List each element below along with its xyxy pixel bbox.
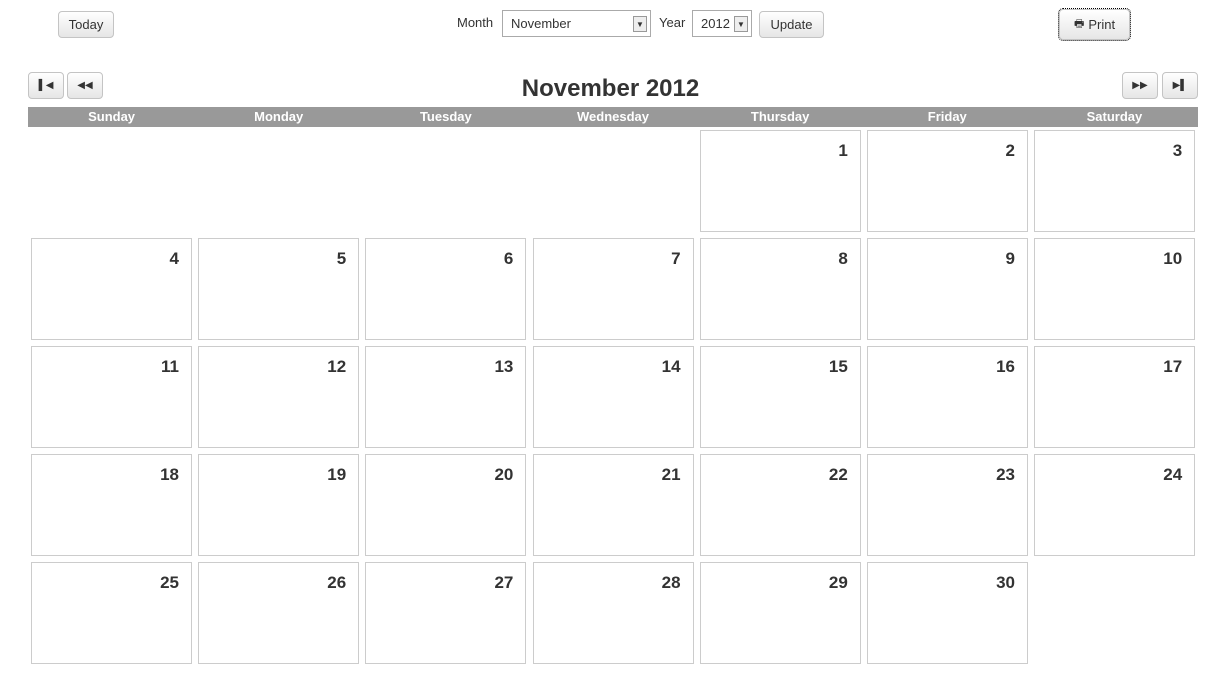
day-cell[interactable]: 25 [31, 562, 192, 664]
day-cell[interactable]: 2 [867, 130, 1028, 232]
weekday-sunday: Sunday [88, 109, 136, 124]
day-cell[interactable]: 28 [532, 562, 694, 664]
year-value: 2012 [701, 16, 730, 31]
day-cell[interactable]: 19 [198, 454, 360, 556]
day-cell[interactable]: 27 [365, 562, 527, 664]
fast-forward-icon: ▶▶ [1132, 80, 1148, 91]
next-month-button[interactable]: ▶▶ [1122, 72, 1158, 99]
year-select[interactable]: 2012 ▼ [692, 10, 752, 37]
day-cell[interactable]: 26 [198, 562, 360, 664]
day-cell[interactable]: 1 [699, 130, 861, 232]
calendar-title: November 2012 [521, 75, 700, 102]
day-cell[interactable]: 10 [1034, 238, 1196, 340]
day-cell[interactable]: 3 [1034, 130, 1196, 232]
print-label: Print [1088, 17, 1116, 32]
day-cell[interactable]: 21 [532, 454, 694, 556]
skip-last-icon: ▶▌ [1172, 80, 1188, 91]
month-select[interactable]: November ▼ [502, 10, 651, 37]
day-cell[interactable]: 14 [532, 346, 694, 448]
year-label: Year [659, 15, 686, 30]
update-button[interactable]: Update [759, 11, 824, 38]
day-cell[interactable]: 4 [31, 238, 192, 340]
weekday-header: Sunday Monday Tuesday Wednesday Thursday… [28, 107, 1198, 127]
weekday-friday: Friday [927, 109, 967, 124]
weekday-thursday: Thursday [750, 109, 810, 124]
day-cell[interactable]: 17 [1034, 346, 1196, 448]
day-cell[interactable]: 5 [198, 238, 360, 340]
month-value: November [511, 16, 571, 31]
dropdown-arrow-icon: ▼ [734, 16, 748, 32]
day-cell[interactable]: 9 [867, 238, 1028, 340]
day-cell[interactable]: 23 [867, 454, 1028, 556]
weekday-saturday: Saturday [1086, 109, 1143, 124]
month-label: Month [457, 15, 494, 30]
print-button[interactable]: 🖶 Print [1058, 8, 1131, 41]
day-cell[interactable]: 29 [699, 562, 861, 664]
day-cell[interactable]: 22 [699, 454, 861, 556]
day-cell[interactable]: 7 [532, 238, 694, 340]
weekday-monday: Monday [254, 109, 304, 124]
day-cell[interactable]: 15 [699, 346, 861, 448]
day-cell[interactable]: 30 [867, 562, 1028, 664]
weekday-tuesday: Tuesday [419, 109, 472, 124]
day-cell[interactable]: 24 [1034, 454, 1196, 556]
last-month-button[interactable]: ▶▌ [1162, 72, 1198, 99]
day-cell[interactable]: 18 [31, 454, 192, 556]
day-cell[interactable]: 11 [31, 346, 192, 448]
day-cell[interactable]: 12 [198, 346, 360, 448]
dropdown-arrow-icon: ▼ [633, 16, 647, 32]
day-cell[interactable]: 20 [365, 454, 527, 556]
day-cell[interactable]: 16 [867, 346, 1028, 448]
today-button[interactable]: Today [58, 11, 114, 38]
printer-icon: 🖶 [1073, 18, 1085, 30]
day-cell[interactable]: 6 [365, 238, 527, 340]
day-cell[interactable]: 8 [699, 238, 861, 340]
day-cell[interactable]: 13 [365, 346, 527, 448]
weekday-wednesday: Wednesday [576, 109, 649, 124]
